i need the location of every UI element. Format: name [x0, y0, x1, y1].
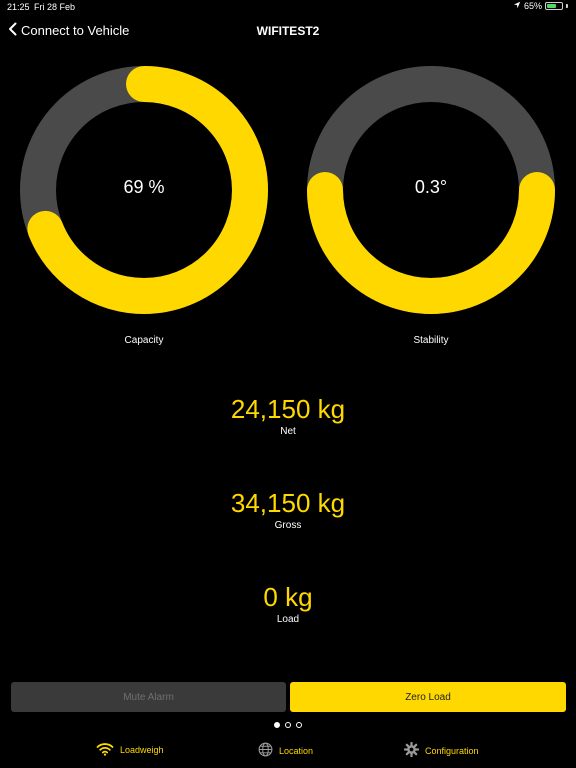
status-indicators: 65%	[513, 1, 568, 11]
load-value: 0 kg	[263, 582, 313, 612]
net-label: Net	[280, 426, 296, 437]
location-arrow-icon	[513, 1, 521, 11]
wifi-icon	[96, 742, 114, 758]
battery-percent: 65%	[523, 1, 542, 11]
globe-icon	[258, 742, 273, 759]
gross-label: Gross	[274, 520, 302, 531]
tab-bar: Loadweigh Location Configuration	[0, 738, 576, 768]
status-date: Fri 28 Feb	[34, 2, 76, 12]
tab-configuration[interactable]: Configuration	[403, 741, 479, 759]
page-indicator[interactable]	[0, 722, 576, 728]
load-label: Load	[276, 614, 300, 625]
gross-value: 34,150 kg	[230, 488, 346, 518]
load-reading: 0 kg Load	[0, 582, 576, 625]
navigation-bar: Connect to Vehicle WIFITEST2	[0, 14, 576, 48]
gear-icon	[403, 741, 420, 759]
page-dot-3[interactable]	[296, 722, 302, 728]
battery-icon	[545, 2, 563, 10]
stability-gauge: 0.3°	[306, 65, 556, 315]
status-bar: 21:25 Fri 28 Feb 65%	[0, 0, 576, 14]
tab-loadweigh[interactable]: Loadweigh	[96, 742, 164, 758]
battery-cap	[566, 4, 568, 8]
page-dot-1[interactable]	[274, 722, 280, 728]
tab-loadweigh-label: Loadweigh	[120, 745, 164, 755]
zero-load-button[interactable]: Zero Load	[290, 682, 566, 712]
stability-gauge-fill	[307, 172, 555, 314]
mute-alarm-button[interactable]: Mute Alarm	[11, 682, 286, 712]
net-reading: 24,150 kg Net	[0, 394, 576, 437]
stability-label: Stability	[413, 335, 449, 346]
gross-reading: 34,150 kg Gross	[0, 488, 576, 531]
capacity-label: Capacity	[124, 335, 164, 346]
tab-location-label: Location	[279, 745, 314, 756]
page-title: WIFITEST2	[256, 24, 320, 38]
net-value: 24,150 kg	[230, 394, 346, 424]
tab-configuration-label: Configuration	[425, 745, 479, 756]
tab-location[interactable]: Location	[258, 742, 313, 759]
page-dot-2[interactable]	[285, 722, 291, 728]
stability-value: 0.3°	[414, 177, 448, 197]
battery-fill	[547, 4, 557, 8]
capacity-gauge: 69 %	[19, 65, 269, 315]
capacity-value: 69 %	[123, 177, 165, 197]
status-time: 21:25	[7, 2, 30, 12]
